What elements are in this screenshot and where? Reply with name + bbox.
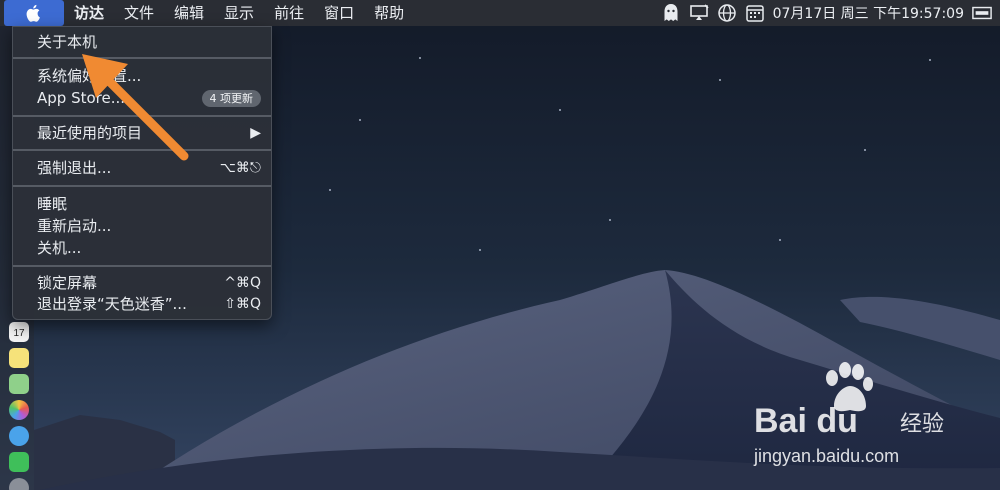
lock-screen-item[interactable]: 锁定屏幕 ^⌘Q xyxy=(13,272,271,294)
force-quit-shortcut: ⌥⌘⎋ xyxy=(219,160,261,176)
globe-icon[interactable] xyxy=(717,3,737,23)
apple-menu-dropdown: 关于本机 系统偏好设置... App Store... 4 项更新 最近使用的项… xyxy=(12,26,272,320)
restart-label: 重新启动... xyxy=(37,217,112,235)
force-quit-label: 强制退出... xyxy=(37,159,112,177)
menu-help[interactable]: 帮助 xyxy=(364,0,414,26)
ghost-icon[interactable] xyxy=(661,3,681,23)
menu-edit[interactable]: 编辑 xyxy=(164,0,214,26)
lock-screen-label: 锁定屏幕 xyxy=(37,274,98,292)
baidu-brand-text: Bai du xyxy=(754,402,858,440)
recent-items-item[interactable]: 最近使用的项目 ▶ xyxy=(13,122,271,144)
system-preferences-item[interactable]: 系统偏好设置... xyxy=(13,65,271,87)
menu-bar: 访达 文件 编辑 显示 前往 窗口 帮助 07月17日 周三 下午19:57:0… xyxy=(0,0,1000,26)
system-prefs-icon[interactable] xyxy=(9,478,29,490)
display-mirror-icon[interactable] xyxy=(689,3,709,23)
app-store-label: App Store... xyxy=(37,89,126,107)
apple-logo-icon xyxy=(26,4,40,22)
menu-separator xyxy=(13,185,271,187)
baidu-watermark: Bai du 经验 jingyan.baidu.com xyxy=(754,362,944,472)
notes-icon[interactable] xyxy=(9,348,29,368)
calendar-icon[interactable]: 17 xyxy=(9,322,29,342)
facetime-icon[interactable] xyxy=(9,452,29,472)
menu-go[interactable]: 前往 xyxy=(264,0,314,26)
menu-separator xyxy=(13,115,271,117)
submenu-arrow-icon: ▶ xyxy=(250,125,261,141)
menu-separator xyxy=(13,57,271,59)
lock-screen-shortcut: ^⌘Q xyxy=(224,275,261,291)
recent-items-label: 最近使用的项目 xyxy=(37,124,143,142)
system-preferences-label: 系统偏好设置... xyxy=(37,67,142,85)
about-this-mac-item[interactable]: 关于本机 xyxy=(13,31,271,53)
baidu-url-text: jingyan.baidu.com xyxy=(754,446,900,466)
sleep-item[interactable]: 睡眠 xyxy=(13,193,271,215)
status-area: 07月17日 周三 下午19:57:09 xyxy=(661,0,1000,26)
calendar-day: 17 xyxy=(13,328,25,339)
force-quit-item[interactable]: 强制退出... ⌥⌘⎋ xyxy=(13,157,271,179)
menu-view[interactable]: 显示 xyxy=(214,0,264,26)
menu-separator xyxy=(13,149,271,151)
menu-finder[interactable]: 访达 xyxy=(64,0,114,26)
logout-item[interactable]: 退出登录“天色迷香”... ⇧⌘Q xyxy=(13,293,271,315)
app-store-updates-badge: 4 项更新 xyxy=(201,90,261,107)
app-store-item[interactable]: App Store... 4 项更新 xyxy=(13,87,271,109)
menu-window[interactable]: 窗口 xyxy=(314,0,364,26)
baidu-jingyan-label: 经验 xyxy=(899,411,944,436)
calendar-status-icon[interactable] xyxy=(745,3,765,23)
shutdown-item[interactable]: 关机... xyxy=(13,237,271,259)
apple-menu-button[interactable] xyxy=(4,0,64,26)
menu-file[interactable]: 文件 xyxy=(114,0,164,26)
restart-item[interactable]: 重新启动... xyxy=(13,215,271,237)
about-this-mac-label: 关于本机 xyxy=(37,33,98,51)
control-strip-icon[interactable] xyxy=(972,3,992,23)
maps-icon[interactable] xyxy=(9,374,29,394)
messages-icon[interactable] xyxy=(9,426,29,446)
clock-text[interactable]: 07月17日 周三 下午19:57:09 xyxy=(773,3,964,23)
logout-shortcut: ⇧⌘Q xyxy=(224,296,261,312)
shutdown-label: 关机... xyxy=(37,239,82,257)
menu-separator xyxy=(13,265,271,267)
photos-icon[interactable] xyxy=(9,400,29,420)
sleep-label: 睡眠 xyxy=(37,195,68,213)
logout-label: 退出登录“天色迷香”... xyxy=(37,295,187,313)
